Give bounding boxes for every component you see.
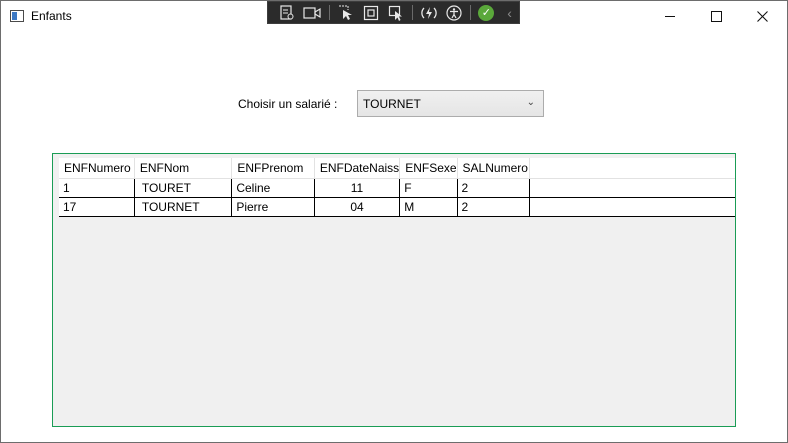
column-header-filler <box>529 158 735 179</box>
cell-enfnom[interactable]: TOURET <box>134 178 233 198</box>
close-icon <box>756 10 768 22</box>
select-element-icon[interactable] <box>337 4 356 21</box>
hot-reload-icon[interactable] <box>420 4 439 21</box>
close-button[interactable] <box>739 1 785 31</box>
column-header-enfprenom[interactable]: ENFPrenom <box>231 158 315 179</box>
column-header-enfnumero[interactable]: ENFNumero <box>59 158 135 179</box>
table-header-row: ENFNumero ENFNom ENFPrenom ENFDateNaiss … <box>59 158 735 179</box>
choose-salarie-label: Choisir un salarié : <box>238 97 338 111</box>
enfants-table: ENFNumero ENFNom ENFPrenom ENFDateNaiss … <box>59 158 735 217</box>
cell-salnumero[interactable]: 2 <box>457 178 531 198</box>
title-bar[interactable]: Enfants ✓ ‹ <box>1 1 787 31</box>
binding-check-icon[interactable]: ✓ <box>478 4 495 21</box>
column-header-enfdatenaiss[interactable]: ENFDateNaiss <box>314 158 401 179</box>
cell-filler <box>529 197 735 217</box>
cell-enfdatenaiss[interactable]: 04 <box>314 197 401 217</box>
accessibility-icon[interactable] <box>445 4 464 21</box>
toolbar-separator <box>328 5 330 20</box>
cell-enfnumero[interactable]: 17 <box>59 197 135 217</box>
table-row[interactable]: 1 TOURET Celine 11 F 2 <box>59 178 735 198</box>
maximize-button[interactable] <box>693 1 739 31</box>
cell-filler <box>529 178 735 198</box>
track-focus-icon[interactable] <box>386 4 405 21</box>
salarie-select[interactable]: TOURNET ⌄ <box>357 90 544 117</box>
column-header-salnumero[interactable]: SALNumero <box>457 158 531 179</box>
cell-enfdatenaiss[interactable]: 11 <box>314 178 401 198</box>
chevron-down-icon: ⌄ <box>526 97 535 108</box>
cell-enfprenom[interactable]: Celine <box>231 178 315 198</box>
cell-salnumero[interactable]: 2 <box>457 197 531 217</box>
enfants-data-grid[interactable]: ENFNumero ENFNom ENFPrenom ENFDateNaiss … <box>52 153 736 427</box>
window: Enfants ✓ ‹ Choisir un salarié: TOURNET… <box>0 0 788 443</box>
column-header-enfsexe[interactable]: ENFSexe <box>399 158 458 179</box>
maximize-icon <box>710 10 722 22</box>
collapse-chevron-icon[interactable]: ‹ <box>500 4 519 21</box>
app-icon <box>10 10 24 22</box>
debug-toolbar: ✓ ‹ <box>267 1 520 24</box>
display-layout-adorners-icon[interactable] <box>361 4 380 21</box>
minimize-icon <box>665 15 675 17</box>
cell-enfprenom[interactable]: Pierre <box>231 197 315 217</box>
cell-enfnom[interactable]: TOURNET <box>134 197 233 217</box>
minimize-button[interactable] <box>647 1 693 31</box>
cell-enfnumero[interactable]: 1 <box>59 178 135 198</box>
table-row[interactable]: 17 TOURNET Pierre 04 M 2 <box>59 197 735 217</box>
cell-enfsexe[interactable]: F <box>399 178 458 198</box>
salarie-select-value: TOURNET <box>363 97 421 111</box>
cell-enfsexe[interactable]: M <box>399 197 458 217</box>
toolbar-separator <box>470 5 472 20</box>
toolbar-separator <box>411 5 413 20</box>
video-icon[interactable] <box>303 4 322 21</box>
live-visual-tree-icon[interactable] <box>278 4 297 21</box>
window-title: Enfants <box>31 9 72 23</box>
column-header-enfnom[interactable]: ENFNom <box>134 158 233 179</box>
